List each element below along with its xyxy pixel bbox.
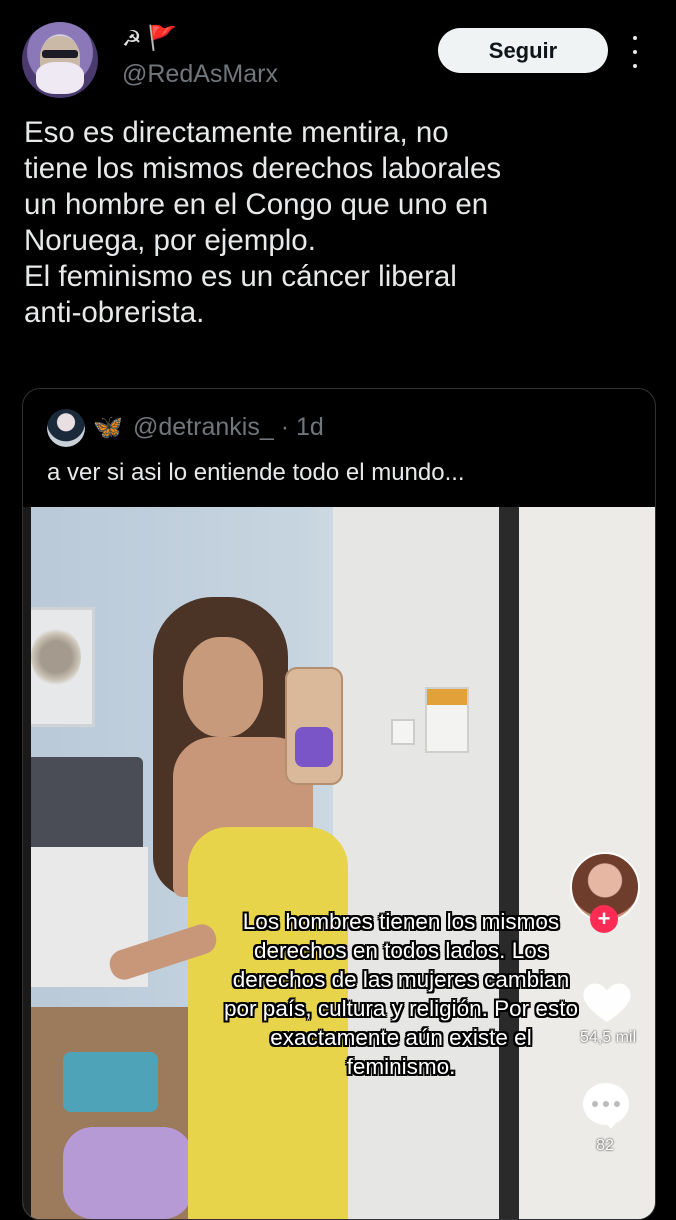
quoted-media[interactable]: Los hombres tienen los mismos derechos e…: [23, 507, 655, 1219]
display-name-badges: ☭ 🚩: [122, 26, 178, 52]
quoted-handle[interactable]: @detrankis_: [133, 413, 274, 441]
teal-object: [63, 1052, 158, 1112]
hammer-sickle-icon: ☭: [122, 26, 142, 51]
red-flag-icon: 🚩: [147, 25, 178, 52]
comment-count: 82: [596, 1137, 614, 1154]
mirror-frame: [23, 507, 31, 1219]
follow-plus-icon[interactable]: +: [590, 905, 618, 933]
quoted-text: a ver si asi lo entiende todo el mundo..…: [47, 459, 465, 486]
avatar-glasses: [42, 50, 78, 58]
quoted-time: · 1d: [280, 413, 324, 441]
like-count: 54,5 mil: [579, 1029, 637, 1046]
butterfly-icon: 🦋: [93, 414, 123, 441]
phone: [285, 667, 343, 785]
comment-icon[interactable]: [583, 1083, 629, 1129]
video-caption: Los hombres tienen los mismos derechos e…: [224, 909, 578, 1079]
quoted-tweet[interactable]: 🦋 @detrankis_ · 1d a ver si asi lo entie…: [22, 388, 656, 1220]
follow-button[interactable]: Seguir: [438, 28, 608, 73]
wall-sign: [425, 687, 469, 753]
quoted-avatar[interactable]: [47, 409, 85, 447]
thermostat: [391, 719, 415, 745]
purple-bag: [63, 1127, 193, 1219]
more-icon[interactable]: [624, 36, 646, 68]
quoted-handle-and-time[interactable]: @detrankis_ · 1d: [133, 413, 324, 442]
mirror-edge: [499, 507, 519, 1219]
wall-painting: [23, 607, 95, 727]
wall: [333, 507, 513, 1219]
heart-icon[interactable]: [579, 973, 635, 1029]
author-handle[interactable]: @RedAsMarx: [122, 60, 278, 89]
tweet-text: Eso es directamente mentira, no tiene lo…: [24, 116, 502, 329]
woman-face: [183, 637, 263, 737]
avatar-beard: [36, 62, 84, 94]
author-avatar[interactable]: [22, 22, 98, 98]
